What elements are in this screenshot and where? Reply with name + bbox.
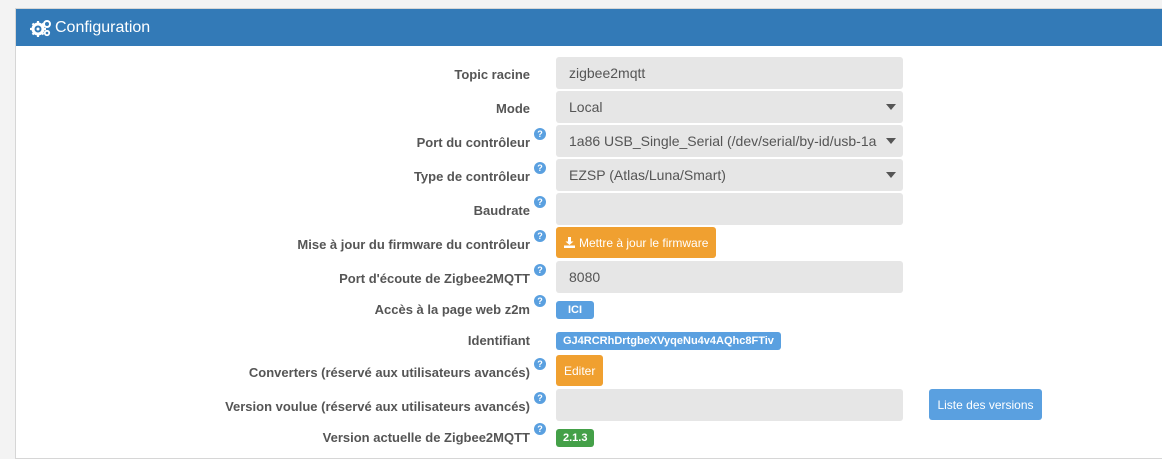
versions-list-button[interactable]: Liste des versions [929,389,1042,420]
identifiant-badge: GJ4RCRhDrtgbeXVyqeNu4v4AQhc8FTiv [556,332,781,350]
row-page-web: Accès à la page web z2m ? ICI [16,292,1162,326]
row-converters: Converters (réservé aux utilisateurs ava… [16,355,1162,389]
download-icon [564,237,575,248]
row-firmware: Mise à jour du firmware du contrôleur ? … [16,227,1162,261]
row-port-controleur: Port du contrôleur ? 1a86 USB_Single_Ser… [16,125,1162,159]
type-controleur-select[interactable]: EZSP (Atlas/Luna/Smart) [556,159,903,191]
version-actuelle-label: Version actuelle de Zigbee2MQTT [322,429,530,445]
row-port-ecoute: Port d'écoute de Zigbee2MQTT ? 8080 [16,261,1162,295]
help-icon[interactable]: ? [534,230,546,242]
converters-label: Converters (réservé aux utilisateurs ava… [248,364,530,380]
row-version-voulue: Version voulue (réservé aux utilisateurs… [16,389,1162,423]
row-type-controleur: Type de contrôleur ? EZSP (Atlas/Luna/Sm… [16,159,1162,193]
mode-label: Mode [496,100,530,116]
help-icon[interactable]: ? [534,128,546,140]
help-icon[interactable]: ? [534,162,546,174]
panel-title: Configuration [55,18,151,36]
help-icon[interactable]: ? [534,264,546,276]
port-ecoute-label: Port d'écoute de Zigbee2MQTT [339,270,530,286]
page-web-link[interactable]: ICI [556,301,595,319]
row-mode: Mode Local [16,91,1162,125]
configuration-panel: Configuration Topic racine zigbee2mqtt M… [15,8,1162,459]
version-voulue-label: Version voulue (réservé aux utilisateurs… [225,398,530,414]
help-icon[interactable]: ? [534,196,546,208]
edit-converters-button[interactable]: Editer [556,355,604,386]
page-web-label: Accès à la page web z2m [374,301,530,317]
help-icon[interactable]: ? [534,392,546,404]
mode-select[interactable]: Local [556,91,903,123]
help-icon[interactable]: ? [534,423,546,435]
help-icon[interactable]: ? [534,358,546,370]
help-icon[interactable]: ? [534,295,546,307]
port-controleur-label: Port du contrôleur [416,134,530,150]
version-voulue-input[interactable] [556,389,903,421]
row-baudrate: Baudrate ? [16,193,1162,227]
row-version-actuelle: Version actuelle de Zigbee2MQTT ? 2.1.3 [16,420,1162,454]
gears-icon [30,19,51,37]
baudrate-label: Baudrate [473,202,530,218]
firmware-label: Mise à jour du firmware du contrôleur [297,236,530,252]
port-ecoute-input[interactable]: 8080 [556,261,903,293]
identifiant-label: Identifiant [467,332,530,348]
row-identifiant: Identifiant GJ4RCRhDrtgbeXVyqeNu4v4AQhc8… [16,323,1162,357]
type-controleur-label: Type de contrôleur [413,168,530,184]
baudrate-input[interactable] [556,193,903,225]
update-firmware-button[interactable]: Mettre à jour le firmware [556,227,717,258]
topic-racine-label: Topic racine [454,66,530,82]
version-actuelle-badge: 2.1.3 [556,429,595,447]
port-controleur-select[interactable]: 1a86 USB_Single_Serial (/dev/serial/by-i… [556,125,903,157]
topic-racine-input[interactable]: zigbee2mqtt [556,57,903,89]
row-topic-racine: Topic racine zigbee2mqtt [16,57,1162,91]
panel-header: Configuration [16,9,1162,46]
